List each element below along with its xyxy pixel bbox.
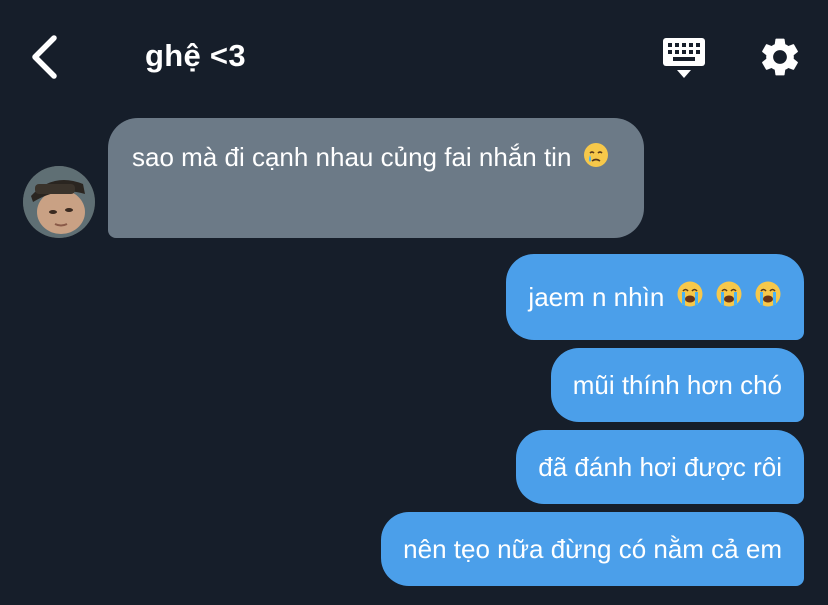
settings-button[interactable]: [757, 34, 803, 80]
keyboard-icon: [663, 38, 705, 78]
outgoing-message[interactable]: đã đánh hơi được rôi: [516, 430, 804, 504]
back-button[interactable]: [22, 32, 66, 82]
chat-screen: ghệ <3 sao mà đi cạnh nhau củng fai nhắn…: [0, 0, 828, 605]
keyboard-button[interactable]: [660, 36, 708, 80]
chat-header: ghệ <3: [0, 0, 828, 112]
contact-avatar[interactable]: [23, 166, 95, 238]
chat-title: ghệ <3: [145, 38, 246, 73]
loudly-crying-face-icon: [676, 256, 704, 342]
loudly-crying-face-icon: [715, 256, 743, 342]
message-text: mũi thính hơn chó: [572, 370, 782, 400]
crying-face-icon: [583, 138, 609, 181]
outgoing-message[interactable]: nên tẹo nữa đừng có nằm cả em: [381, 512, 804, 586]
loudly-crying-face-icon: [754, 256, 782, 342]
message-text: nên tẹo nữa đừng có nằm cả em: [403, 534, 782, 564]
message-text: đã đánh hơi được rôi: [538, 452, 782, 482]
incoming-message[interactable]: sao mà đi cạnh nhau củng fai nhắn tin: [108, 118, 644, 238]
gear-icon: [762, 38, 798, 76]
message-text: sao mà đi cạnh nhau củng fai nhắn tin: [132, 142, 572, 172]
message-text: jaem n nhìn: [528, 282, 665, 312]
outgoing-message[interactable]: mũi thính hơn chó: [550, 348, 804, 422]
outgoing-message[interactable]: jaem n nhìn: [506, 254, 804, 340]
back-icon: [32, 35, 57, 79]
avatar-photo: [23, 166, 95, 238]
